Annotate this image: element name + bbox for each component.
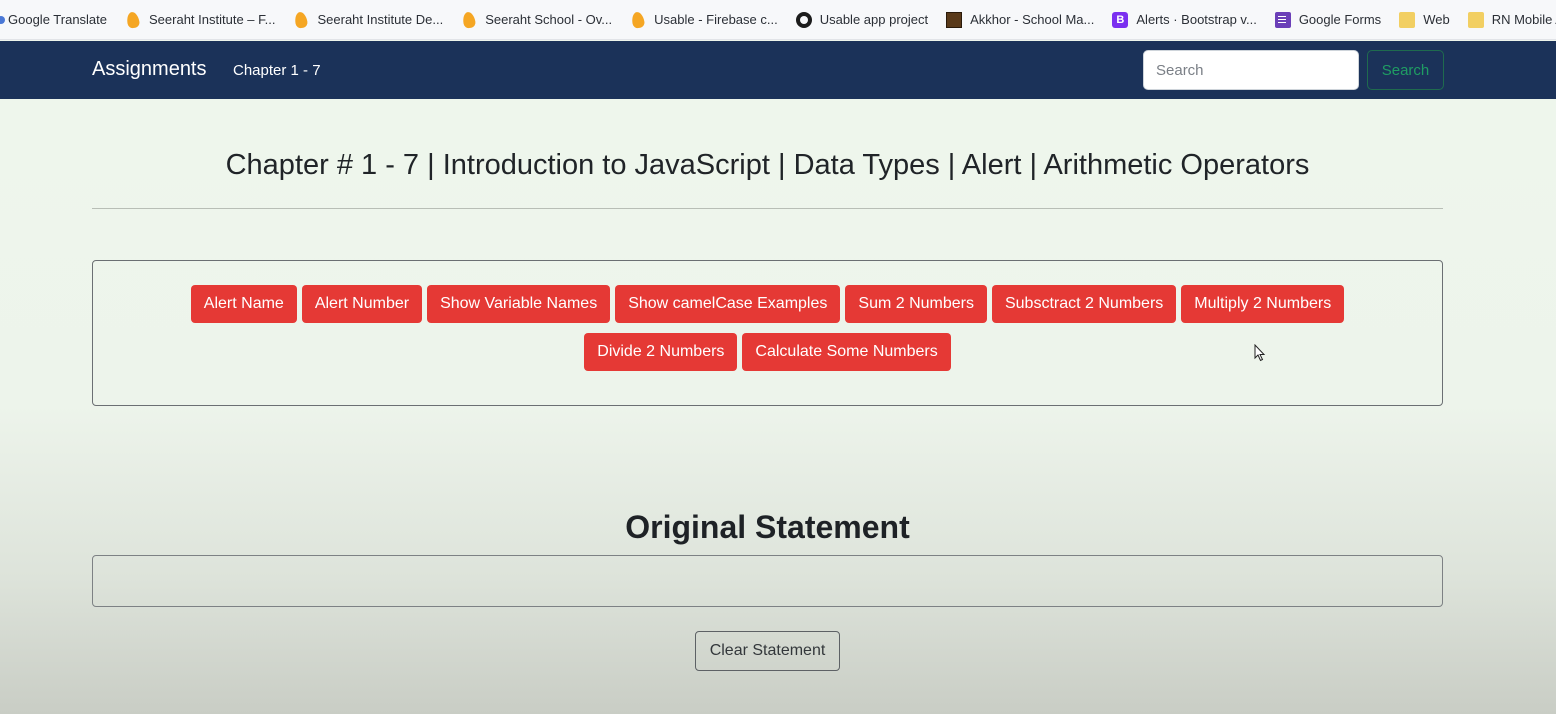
bookmark-label: Usable app project: [819, 12, 929, 27]
bookmark-seeraht-school[interactable]: Seeraht School - Ov...: [461, 10, 613, 29]
alert-name-button[interactable]: Alert Name: [190, 285, 297, 323]
bookmark-label: Alerts · Bootstrap v...: [1136, 12, 1257, 27]
bookmark-label: RN Mobile App: [1491, 12, 1556, 27]
show-camelcase-examples-button[interactable]: Show camelCase Examples: [615, 285, 841, 323]
navbar: Assignments Chapter 1 - 7 Search: [0, 41, 1556, 99]
bookmark-folder-rn-mobile-app[interactable]: RN Mobile App: [1467, 11, 1556, 28]
bookmark-google-translate[interactable]: Google Translate: [8, 12, 107, 27]
bookmark-folder-web[interactable]: Web: [1399, 11, 1450, 28]
firebase-icon: [630, 10, 646, 29]
clear-statement-button[interactable]: Clear Statement: [695, 631, 840, 671]
button-row-1: Alert Name Alert Number Show Variable Na…: [93, 285, 1442, 323]
button-row-2: Divide 2 Numbers Calculate Some Numbers: [93, 333, 1442, 371]
github-icon: [795, 11, 812, 28]
statement-output-box: [92, 555, 1443, 607]
folder-icon: [1467, 11, 1484, 28]
page-title: Chapter # 1 - 7 | Introduction to JavaSc…: [225, 149, 1310, 181]
bookmark-label: Google Translate: [8, 12, 108, 27]
firebase-icon: [461, 10, 477, 29]
divide-2-numbers-button[interactable]: Divide 2 Numbers: [584, 333, 738, 371]
bookmark-seeraht-institute-de[interactable]: Seeraht Institute De...: [293, 10, 444, 29]
multiply-2-numbers-button[interactable]: Multiply 2 Numbers: [1181, 285, 1345, 323]
bookmark-label: Seeraht Institute De...: [317, 12, 444, 27]
nav-link-chapter[interactable]: Chapter 1 - 7: [233, 62, 321, 79]
bookmark-label: Akkhor - School Ma...: [970, 12, 1095, 27]
akkhor-icon: [946, 11, 963, 28]
bookmark-label: Google Forms: [1298, 12, 1382, 27]
show-variable-names-button[interactable]: Show Variable Names: [427, 285, 611, 323]
bookmark-label: Seeraht Institute – F...: [149, 12, 276, 27]
calculate-some-numbers-button[interactable]: Calculate Some Numbers: [742, 333, 951, 371]
search-input[interactable]: [1143, 50, 1359, 90]
alert-number-button[interactable]: Alert Number: [301, 285, 423, 323]
firebase-icon: [125, 10, 141, 29]
bookmark-label: Seeraht School - Ov...: [485, 12, 613, 27]
bookmark-alerts-bootstrap[interactable]: B Alerts · Bootstrap v...: [1112, 11, 1257, 28]
bookmark-label: Usable - Firebase c...: [654, 12, 778, 27]
subtract-2-numbers-button[interactable]: Subsctract 2 Numbers: [991, 285, 1177, 323]
mouse-pointer-icon: [1254, 344, 1266, 362]
bookmark-google-forms[interactable]: Google Forms: [1274, 11, 1382, 28]
bookmarks-bar: Google Translate Seeraht Institute – F..…: [0, 0, 1556, 40]
bookmark-usable-firebase[interactable]: Usable - Firebase c...: [630, 10, 778, 29]
bookmark-label: Web: [1423, 12, 1450, 27]
bookmark-akkhor[interactable]: Akkhor - School Ma...: [946, 11, 1095, 28]
main-content: Chapter # 1 - 7 | Introduction to JavaSc…: [0, 99, 1556, 714]
bookmark-seeraht-institute-f[interactable]: Seeraht Institute – F...: [125, 10, 276, 29]
bootstrap-icon: B: [1112, 11, 1129, 28]
navbar-brand[interactable]: Assignments: [92, 58, 207, 81]
firebase-icon: [294, 10, 309, 29]
folder-icon: [1399, 11, 1416, 28]
google-forms-icon: [1274, 11, 1291, 28]
section-title: Original Statement: [625, 509, 910, 545]
search-button[interactable]: Search: [1367, 50, 1444, 90]
sum-2-numbers-button[interactable]: Sum 2 Numbers: [845, 285, 987, 323]
button-panel: Alert Name Alert Number Show Variable Na…: [92, 260, 1443, 406]
divider: [92, 208, 1443, 209]
bookmark-usable-app-project[interactable]: Usable app project: [795, 11, 929, 28]
